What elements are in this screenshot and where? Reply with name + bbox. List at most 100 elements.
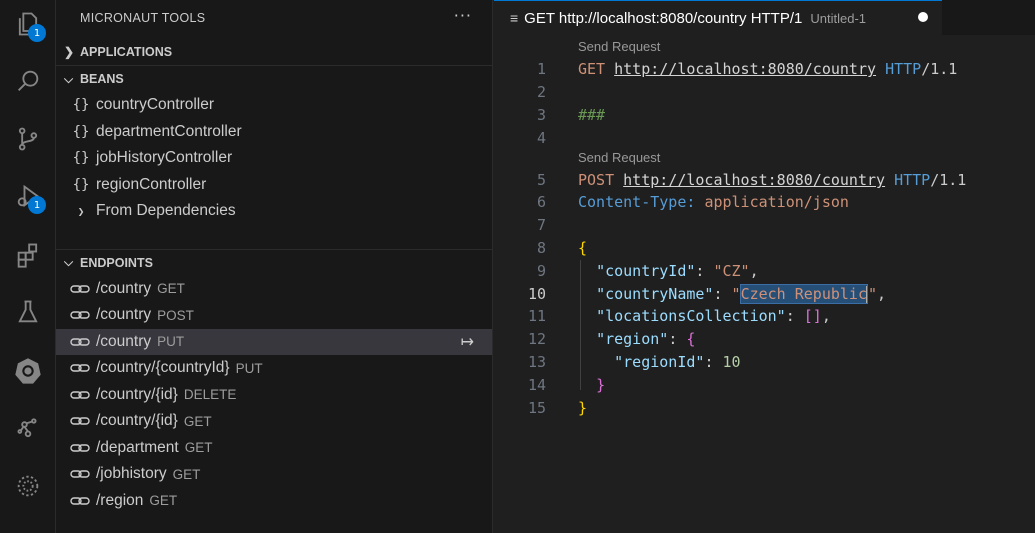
json-quote: "	[731, 285, 741, 303]
line-number: 2	[536, 83, 546, 101]
file-lines-icon: ≡	[510, 10, 519, 26]
bean-label: countryController	[96, 96, 215, 114]
endpoint-path: /region	[96, 491, 144, 509]
send-request-codelens[interactable]: Send Request	[578, 39, 660, 54]
explorer-icon[interactable]: 1	[0, 0, 56, 48]
from-dependencies-item[interactable]: ❯ From Dependencies	[56, 198, 492, 225]
more-actions-icon[interactable]: ···	[454, 6, 472, 25]
line-number: 5	[536, 171, 546, 189]
endpoint-item[interactable]: /country/{id} GET	[56, 408, 492, 435]
chevron-right-icon: ❯	[77, 204, 85, 218]
code-line-5: POST http://localhost:8080/country HTTP/…	[578, 171, 966, 189]
endpoint-path: /country/{id}	[96, 412, 178, 430]
debug-badge: 1	[28, 196, 46, 214]
endpoint-path: /country	[96, 279, 152, 297]
endpoint-item[interactable]: /department GET	[56, 435, 492, 462]
testing-flask-icon[interactable]	[0, 288, 56, 336]
code-editor[interactable]: Send Request Send Request 1 2 3 4 5 6 7 …	[494, 35, 1035, 533]
endpoint-item[interactable]: /country/{id} DELETE	[56, 382, 492, 409]
json-brace: {	[686, 330, 696, 348]
endpoint-method: GET	[157, 281, 185, 297]
http-version: /1.1	[921, 60, 958, 78]
request-url[interactable]: http://localhost:8080/country	[623, 171, 885, 189]
json-key: "locationsCollection"	[596, 307, 786, 325]
link-icon	[70, 494, 90, 508]
tab-description: Untitled-1	[810, 10, 867, 26]
line-number: 7	[536, 216, 546, 234]
bean-label: departmentController	[96, 122, 242, 140]
json-brace: }	[596, 376, 606, 394]
line-number: 13	[527, 353, 546, 371]
link-icon	[70, 361, 90, 375]
code-line-12: "region": {	[596, 330, 696, 348]
braces-icon: {}	[72, 123, 90, 140]
code-line-8: {	[578, 239, 588, 257]
link-icon	[70, 335, 90, 349]
from-dependencies-label: From Dependencies	[96, 202, 236, 220]
endpoint-item[interactable]: /jobhistory GET	[56, 461, 492, 488]
micronaut-icon[interactable]	[0, 462, 56, 510]
endpoint-method: GET	[184, 440, 213, 456]
json-key: "regionId"	[614, 353, 705, 371]
line-number: 12	[527, 330, 546, 348]
run-debug-icon[interactable]: 1	[0, 172, 56, 220]
request-url[interactable]: http://localhost:8080/country	[614, 60, 876, 78]
send-request-codelens[interactable]: Send Request	[578, 150, 660, 165]
json-value: 10	[722, 353, 741, 371]
header-value: application/json	[704, 193, 849, 211]
endpoint-method: GET	[172, 466, 201, 482]
activity-bar: 1 1	[0, 0, 56, 533]
beans-label: BEANS	[80, 72, 124, 86]
braces-icon: {}	[72, 150, 90, 167]
endpoint-item-selected[interactable]: /country PUT ↦	[56, 328, 492, 355]
bean-item[interactable]: {} jobHistoryController	[56, 145, 492, 172]
source-control-icon[interactable]	[0, 115, 56, 163]
line-number: 11	[527, 307, 546, 325]
endpoint-method: PUT	[235, 360, 263, 376]
editor-tab[interactable]: ≡ GET http://localhost:8080/country HTTP…	[494, 0, 942, 35]
link-icon	[70, 308, 90, 322]
sidebar-title: MICRONAUT TOOLS	[80, 10, 206, 25]
applications-label: APPLICATIONS	[80, 44, 173, 59]
http-method: GET	[578, 60, 606, 78]
endpoint-item[interactable]: /country/{countryId} PUT	[56, 355, 492, 382]
beans-section-header[interactable]: ⌵ BEANS	[56, 65, 492, 92]
endpoint-path: /country/{id}	[96, 385, 178, 403]
graph-nodes-icon[interactable]	[0, 404, 56, 452]
endpoint-path: /country	[96, 332, 152, 350]
extensions-icon[interactable]	[0, 231, 56, 279]
braces-icon: {}	[72, 176, 90, 193]
line-number: 3	[536, 106, 546, 124]
search-icon[interactable]	[0, 57, 56, 105]
bean-item[interactable]: {} countryController	[56, 92, 492, 119]
code-line-6: Content-Type: application/json	[578, 193, 849, 211]
line-number: 6	[536, 193, 546, 211]
line-number: 1	[536, 60, 546, 78]
code-line-11: "locationsCollection": [],	[596, 307, 831, 325]
bean-item[interactable]: {} regionController	[56, 172, 492, 199]
chevron-down-icon: ⌵	[64, 71, 74, 86]
unsaved-dot-icon[interactable]	[918, 12, 928, 22]
endpoints-section-header[interactable]: ⌵ ENDPOINTS	[56, 248, 492, 276]
endpoint-method: GET	[149, 493, 178, 509]
braces-icon: {}	[72, 97, 90, 114]
json-key: "region"	[596, 330, 669, 348]
applications-section-header[interactable]: ❯ APPLICATIONS	[56, 38, 492, 65]
line-number: 14	[527, 376, 546, 394]
endpoints-label: ENDPOINTS	[80, 255, 153, 270]
endpoint-item[interactable]: /country GET	[56, 276, 492, 303]
json-key: "countryName"	[596, 285, 714, 303]
editor-area: ≡ GET http://localhost:8080/country HTTP…	[494, 0, 1035, 533]
selected-text[interactable]: Czech Republic	[739, 284, 869, 304]
bean-item[interactable]: {} departmentController	[56, 119, 492, 146]
code-line-1: GET http://localhost:8080/country HTTP/1…	[578, 60, 957, 78]
kubernetes-icon[interactable]	[0, 347, 56, 395]
endpoint-item[interactable]: /country POST	[56, 302, 492, 329]
endpoint-path: /country/{countryId}	[96, 359, 230, 377]
http-protocol: HTTP	[885, 60, 922, 78]
http-version: /1.1	[930, 171, 967, 189]
endpoint-method: GET	[183, 413, 212, 429]
json-value: "CZ"	[713, 262, 750, 280]
go-to-source-icon[interactable]: ↦	[461, 332, 474, 352]
endpoint-item[interactable]: /region GET	[56, 488, 492, 515]
